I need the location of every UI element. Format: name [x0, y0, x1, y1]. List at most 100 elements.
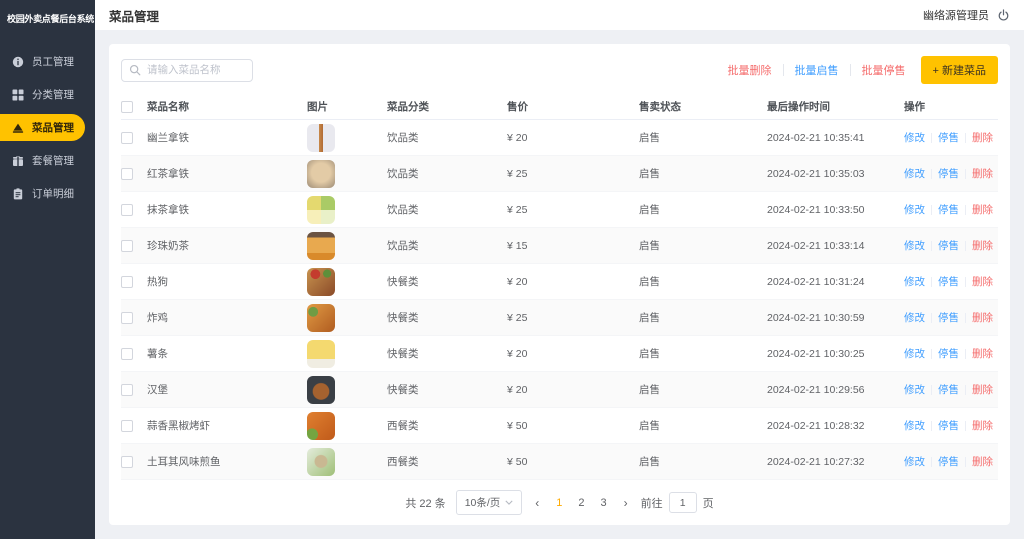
- dish-category: 饮品类: [387, 202, 507, 217]
- row-select-cell: [121, 132, 147, 144]
- dish-category: 快餐类: [387, 382, 507, 397]
- goto-page-input[interactable]: [669, 492, 697, 513]
- dish-name: 薯条: [147, 346, 307, 361]
- stop-sale-link[interactable]: 停售: [938, 454, 959, 469]
- sidebar-item-order[interactable]: 订单明细: [0, 177, 95, 210]
- edit-link[interactable]: 修改: [904, 310, 925, 325]
- combo-icon: [12, 155, 24, 167]
- dish-image: [307, 340, 335, 368]
- select-all-checkbox[interactable]: [121, 101, 133, 113]
- chevron-down-icon: [505, 500, 513, 505]
- table-row: 热狗 快餐类 ¥ 20 启售 2024-02-21 10:31:24 修改 停售…: [121, 264, 998, 300]
- row-checkbox[interactable]: [121, 132, 133, 144]
- dish-category: 饮品类: [387, 166, 507, 181]
- sidebar-item-combo[interactable]: 套餐管理: [0, 144, 95, 177]
- table-row: 土耳其风味煎鱼 西餐类 ¥ 50 启售 2024-02-21 10:27:32 …: [121, 444, 998, 480]
- divider: [931, 133, 932, 143]
- delete-link[interactable]: 删除: [972, 418, 993, 433]
- prev-page-button[interactable]: ‹: [532, 496, 542, 510]
- delete-link[interactable]: 删除: [972, 238, 993, 253]
- edit-link[interactable]: 修改: [904, 454, 925, 469]
- page-number-3[interactable]: 3: [597, 497, 611, 509]
- edit-link[interactable]: 修改: [904, 346, 925, 361]
- dish-image-cell: [307, 196, 387, 224]
- row-checkbox[interactable]: [121, 240, 133, 252]
- batch-delete-button[interactable]: 批量删除: [728, 62, 772, 78]
- dish-category: 快餐类: [387, 274, 507, 289]
- row-checkbox[interactable]: [121, 456, 133, 468]
- batch-enable-button[interactable]: 批量启售: [795, 62, 839, 78]
- dish-name: 抹茶拿铁: [147, 202, 307, 217]
- edit-link[interactable]: 修改: [904, 274, 925, 289]
- page-numbers: 123: [552, 497, 610, 509]
- goto-unit: 页: [703, 495, 714, 511]
- row-checkbox[interactable]: [121, 312, 133, 324]
- select-all-cell: [121, 101, 147, 113]
- delete-link[interactable]: 删除: [972, 166, 993, 181]
- batch-disable-button[interactable]: 批量停售: [862, 62, 906, 78]
- delete-link[interactable]: 删除: [972, 346, 993, 361]
- stop-sale-link[interactable]: 停售: [938, 130, 959, 145]
- page-number-2[interactable]: 2: [574, 497, 588, 509]
- row-checkbox[interactable]: [121, 168, 133, 180]
- divider: [931, 457, 932, 467]
- user-icon: [12, 56, 24, 68]
- stop-sale-link[interactable]: 停售: [938, 382, 959, 397]
- delete-link[interactable]: 删除: [972, 130, 993, 145]
- create-dish-button[interactable]: + 新建菜品: [921, 56, 998, 84]
- row-select-cell: [121, 240, 147, 252]
- dish-category: 西餐类: [387, 418, 507, 433]
- row-actions: 修改 停售 删除: [904, 166, 998, 181]
- dish-image: [307, 160, 335, 188]
- delete-link[interactable]: 删除: [972, 454, 993, 469]
- logout-power-icon[interactable]: [997, 9, 1010, 22]
- edit-link[interactable]: 修改: [904, 166, 925, 181]
- next-page-button[interactable]: ›: [621, 496, 631, 510]
- delete-link[interactable]: 删除: [972, 310, 993, 325]
- row-checkbox[interactable]: [121, 384, 133, 396]
- goto-label: 前往: [641, 495, 663, 511]
- sidebar-item-category[interactable]: 分类管理: [0, 78, 95, 111]
- row-checkbox[interactable]: [121, 276, 133, 288]
- dish-name: 珍珠奶茶: [147, 238, 307, 253]
- stop-sale-link[interactable]: 停售: [938, 238, 959, 253]
- dish-price: ¥ 20: [507, 276, 639, 288]
- edit-link[interactable]: 修改: [904, 418, 925, 433]
- edit-link[interactable]: 修改: [904, 202, 925, 217]
- sidebar-item-dish[interactable]: 菜品管理: [0, 114, 85, 141]
- sidebar-item-label: 菜品管理: [32, 120, 74, 135]
- row-select-cell: [121, 348, 147, 360]
- delete-link[interactable]: 删除: [972, 202, 993, 217]
- search-icon: [129, 64, 141, 76]
- row-checkbox[interactable]: [121, 420, 133, 432]
- divider: [965, 349, 966, 359]
- stop-sale-link[interactable]: 停售: [938, 274, 959, 289]
- edit-link[interactable]: 修改: [904, 382, 925, 397]
- stop-sale-link[interactable]: 停售: [938, 166, 959, 181]
- app-window: 校园外卖点餐后台系统 员工管理 分类管理 菜品管理 套餐管理 订单明细 菜品管理…: [0, 0, 1024, 539]
- delete-link[interactable]: 删除: [972, 274, 993, 289]
- dish-status: 启售: [639, 130, 767, 145]
- divider: [850, 64, 851, 76]
- stop-sale-link[interactable]: 停售: [938, 346, 959, 361]
- divider: [931, 205, 932, 215]
- page-size-value: 10条/页: [465, 495, 501, 510]
- dish-last-op-time: 2024-02-21 10:30:59: [767, 312, 904, 324]
- sidebar-item-label: 订单明细: [32, 186, 74, 201]
- dish-last-op-time: 2024-02-21 10:35:03: [767, 168, 904, 180]
- row-actions: 修改 停售 删除: [904, 274, 998, 289]
- page-size-select[interactable]: 10条/页: [456, 490, 523, 515]
- page-number-1[interactable]: 1: [552, 497, 566, 509]
- edit-link[interactable]: 修改: [904, 130, 925, 145]
- stop-sale-link[interactable]: 停售: [938, 202, 959, 217]
- edit-link[interactable]: 修改: [904, 238, 925, 253]
- stop-sale-link[interactable]: 停售: [938, 310, 959, 325]
- row-checkbox[interactable]: [121, 204, 133, 216]
- delete-link[interactable]: 删除: [972, 382, 993, 397]
- stop-sale-link[interactable]: 停售: [938, 418, 959, 433]
- dish-image-cell: [307, 232, 387, 260]
- table-row: 蒜香黑椒烤虾 西餐类 ¥ 50 启售 2024-02-21 10:28:32 修…: [121, 408, 998, 444]
- dish-last-op-time: 2024-02-21 10:30:25: [767, 348, 904, 360]
- sidebar-item-staff[interactable]: 员工管理: [0, 45, 95, 78]
- row-checkbox[interactable]: [121, 348, 133, 360]
